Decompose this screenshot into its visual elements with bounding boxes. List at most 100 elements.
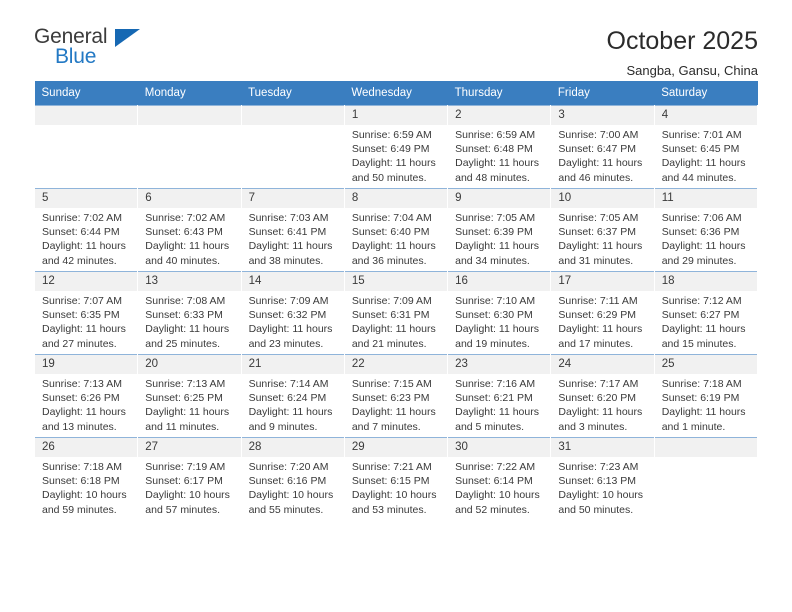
- page-title: October 2025: [606, 27, 759, 55]
- calendar-day-details: Sunrise: 7:09 AM Sunset: 6:31 PM Daylight:…: [345, 291, 447, 351]
- sunset-text: Sunset: 6:49 PM: [351, 143, 430, 156]
- calendar-day-cell[interactable]: 8 Sunrise: 7:04 AM Sunset: 6:40 PM Daylight…: [343, 188, 449, 272]
- calendar-day-details: Sunrise: 7:15 AM Sunset: 6:23 PM Daylight:…: [345, 374, 447, 434]
- calendar-day-cell[interactable]: 24 Sunrise: 7:17 AM Sunset: 6:20 PM Dayligh…: [550, 354, 655, 438]
- calendar-day-cell[interactable]: 20 Sunrise: 7:13 AM Sunset: 6:25 PM Dayligh…: [137, 354, 242, 438]
- sunset-text: Sunset: 6:29 PM: [558, 309, 637, 322]
- calendar-day-cell[interactable]: 19 Sunrise: 7:13 AM Sunset: 6:26 PM Dayligh…: [33, 354, 139, 438]
- page-subtitle: Sangba, Gansu, China: [626, 62, 758, 78]
- calendar-day-cell-inner: 9 Sunrise: 7:05 AM Sunset: 6:39 PM Daylight…: [448, 189, 551, 271]
- calendar-day-details: Sunrise: 7:17 AM Sunset: 6:20 PM Daylight:…: [551, 374, 653, 434]
- calendar-day-details: Sunrise: 7:02 AM Sunset: 6:43 PM Daylight:…: [138, 208, 240, 268]
- sunset-text: Sunset: 6:48 PM: [455, 143, 533, 156]
- sunset-text: Sunset: 6:35 PM: [42, 309, 120, 322]
- calendar-day-details: Sunrise: 7:05 AM Sunset: 6:39 PM Daylight:…: [448, 208, 550, 268]
- calendar-day-cell-empty: [653, 437, 759, 520]
- calendar-day-number: [35, 106, 138, 125]
- sunset-text: Sunset: 6:17 PM: [145, 475, 223, 488]
- calendar-day-details: Sunrise: 6:59 AM Sunset: 6:49 PM Daylight:…: [345, 125, 447, 185]
- calendar-day-cell[interactable]: 18 Sunrise: 7:12 AM Sunset: 6:27 PM Dayligh…: [653, 271, 759, 355]
- sunrise-text: Sunrise: 7:18 AM: [661, 378, 742, 390]
- calendar-day-cell-inner: 16 Sunrise: 7:10 AM Sunset: 6:30 PM Dayligh…: [448, 272, 551, 354]
- sunset-text: Sunset: 6:43 PM: [145, 226, 223, 239]
- calendar-day-cell-inner: 25 Sunrise: 7:18 AM Sunset: 6:19 PM Dayligh…: [654, 355, 757, 437]
- sunset-text: Sunset: 6:32 PM: [248, 309, 327, 322]
- sunset-text: Sunset: 6:44 PM: [42, 226, 120, 239]
- calendar-day-cell[interactable]: 9 Sunrise: 7:05 AM Sunset: 6:39 PM Daylight…: [447, 188, 552, 272]
- calendar-day-cell[interactable]: 12 Sunrise: 7:07 AM Sunset: 6:35 PM Dayligh…: [33, 271, 139, 355]
- calendar-day-details: Sunrise: 7:06 AM Sunset: 6:36 PM Daylight:…: [655, 208, 757, 268]
- calendar-day-number: 19: [35, 355, 138, 374]
- sunset-text: Sunset: 6:16 PM: [248, 475, 327, 488]
- page-header: General Blue October 2025 Sangba, Gansu,…: [34, 0, 759, 78]
- calendar-day-cell[interactable]: 3 Sunrise: 7:00 AM Sunset: 6:47 PM Daylight…: [550, 105, 655, 189]
- calendar-day-cell[interactable]: 30 Sunrise: 7:22 AM Sunset: 6:14 PM Dayligh…: [447, 437, 552, 520]
- daylight-text: Daylight: 11 hours and 36 minutes.: [351, 240, 436, 267]
- calendar-day-cell[interactable]: 10 Sunrise: 7:05 AM Sunset: 6:37 PM Dayligh…: [550, 188, 655, 272]
- calendar-day-details: Sunrise: 6:59 AM Sunset: 6:48 PM Daylight:…: [448, 125, 550, 185]
- calendar-day-cell-inner: 15 Sunrise: 7:09 AM Sunset: 6:31 PM Dayligh…: [344, 272, 448, 354]
- calendar-week-row: 1 Sunrise: 6:59 AM Sunset: 6:49 PM Daylight…: [33, 105, 759, 189]
- calendar-day-cell[interactable]: 1 Sunrise: 6:59 AM Sunset: 6:49 PM Daylight…: [343, 105, 449, 189]
- calendar-day-cell-inner: 2 Sunrise: 6:59 AM Sunset: 6:48 PM Daylight…: [448, 106, 551, 188]
- calendar-day-cell[interactable]: 26 Sunrise: 7:18 AM Sunset: 6:18 PM Dayligh…: [33, 437, 139, 520]
- calendar-day-cell[interactable]: 15 Sunrise: 7:09 AM Sunset: 6:31 PM Dayligh…: [343, 271, 449, 355]
- calendar-day-cell[interactable]: 21 Sunrise: 7:14 AM Sunset: 6:24 PM Dayligh…: [240, 354, 345, 438]
- weekday-header-saturday: Saturday: [654, 81, 758, 106]
- calendar-day-number: [241, 106, 344, 125]
- daylight-text: Daylight: 11 hours and 7 minutes.: [351, 406, 436, 433]
- sunrise-text: Sunrise: 7:22 AM: [455, 461, 536, 473]
- calendar-day-cell[interactable]: 4 Sunrise: 7:01 AM Sunset: 6:45 PM Daylight…: [653, 105, 759, 189]
- calendar-day-cell-inner: 29 Sunrise: 7:21 AM Sunset: 6:15 PM Dayligh…: [344, 438, 448, 520]
- calendar-day-number: 14: [241, 272, 344, 291]
- calendar-day-cell[interactable]: 11 Sunrise: 7:06 AM Sunset: 6:36 PM Dayligh…: [653, 188, 759, 272]
- calendar-day-number: 2: [448, 106, 551, 125]
- calendar-day-cell[interactable]: 14 Sunrise: 7:09 AM Sunset: 6:32 PM Dayligh…: [240, 271, 345, 355]
- calendar-day-number: 7: [241, 189, 344, 208]
- calendar-day-details: Sunrise: 7:20 AM Sunset: 6:16 PM Daylight:…: [242, 457, 344, 517]
- calendar-day-cell[interactable]: 17 Sunrise: 7:11 AM Sunset: 6:29 PM Dayligh…: [550, 271, 655, 355]
- calendar-day-cell[interactable]: 6 Sunrise: 7:02 AM Sunset: 6:43 PM Daylight…: [137, 188, 242, 272]
- calendar-day-details: Sunrise: 7:21 AM Sunset: 6:15 PM Daylight:…: [345, 457, 447, 517]
- calendar-day-cell-inner: 30 Sunrise: 7:22 AM Sunset: 6:14 PM Dayligh…: [448, 438, 551, 520]
- calendar-day-number: 20: [138, 355, 241, 374]
- calendar-day-cell-inner: 19 Sunrise: 7:13 AM Sunset: 6:26 PM Dayligh…: [35, 355, 138, 437]
- calendar-day-details: Sunrise: 7:14 AM Sunset: 6:24 PM Daylight:…: [242, 374, 344, 434]
- calendar-day-cell[interactable]: 22 Sunrise: 7:15 AM Sunset: 6:23 PM Dayligh…: [343, 354, 449, 438]
- calendar-day-cell[interactable]: 28 Sunrise: 7:20 AM Sunset: 6:16 PM Dayligh…: [240, 437, 345, 520]
- calendar-day-cell[interactable]: 2 Sunrise: 6:59 AM Sunset: 6:48 PM Daylight…: [447, 105, 552, 189]
- sunset-text: Sunset: 6:30 PM: [455, 309, 533, 322]
- daylight-text: Daylight: 11 hours and 13 minutes.: [42, 406, 126, 433]
- calendar-day-cell[interactable]: 7 Sunrise: 7:03 AM Sunset: 6:41 PM Daylight…: [240, 188, 345, 272]
- calendar-day-cell-inner: 18 Sunrise: 7:12 AM Sunset: 6:27 PM Dayligh…: [654, 272, 757, 354]
- daylight-text: Daylight: 11 hours and 9 minutes.: [248, 406, 333, 433]
- calendar-day-cell[interactable]: 23 Sunrise: 7:16 AM Sunset: 6:21 PM Dayligh…: [447, 354, 552, 438]
- calendar-day-cell-inner: [654, 438, 757, 520]
- daylight-text: Daylight: 11 hours and 50 minutes.: [351, 157, 436, 184]
- calendar-day-cell-inner: 13 Sunrise: 7:08 AM Sunset: 6:33 PM Dayligh…: [138, 272, 241, 354]
- weekday-header-monday: Monday: [137, 81, 242, 106]
- calendar-day-cell-inner: [35, 106, 138, 188]
- calendar-day-cell-inner: 14 Sunrise: 7:09 AM Sunset: 6:32 PM Dayligh…: [241, 272, 344, 354]
- calendar-day-cell[interactable]: 31 Sunrise: 7:23 AM Sunset: 6:13 PM Dayligh…: [550, 437, 655, 520]
- sunset-text: Sunset: 6:37 PM: [558, 226, 637, 239]
- daylight-text: Daylight: 11 hours and 19 minutes.: [455, 323, 539, 350]
- calendar-day-cell[interactable]: 27 Sunrise: 7:19 AM Sunset: 6:17 PM Dayligh…: [137, 437, 242, 520]
- calendar-day-number: 16: [448, 272, 551, 291]
- daylight-text: Daylight: 11 hours and 17 minutes.: [558, 323, 643, 350]
- calendar-day-cell[interactable]: 5 Sunrise: 7:02 AM Sunset: 6:44 PM Daylight…: [33, 188, 139, 272]
- calendar-day-number: 23: [448, 355, 551, 374]
- calendar-day-cell[interactable]: 25 Sunrise: 7:18 AM Sunset: 6:19 PM Dayligh…: [653, 354, 759, 438]
- calendar-day-cell-inner: 20 Sunrise: 7:13 AM Sunset: 6:25 PM Dayligh…: [138, 355, 241, 437]
- daylight-text: Daylight: 11 hours and 3 minutes.: [558, 406, 643, 433]
- calendar-day-details: Sunrise: 7:09 AM Sunset: 6:32 PM Daylight:…: [242, 291, 344, 351]
- weekday-header-tuesday: Tuesday: [241, 81, 345, 106]
- calendar-week-row: 19 Sunrise: 7:13 AM Sunset: 6:26 PM Dayligh…: [33, 354, 759, 438]
- calendar-day-details: Sunrise: 7:04 AM Sunset: 6:40 PM Daylight:…: [345, 208, 447, 268]
- calendar-day-details: Sunrise: 7:13 AM Sunset: 6:26 PM Daylight:…: [35, 374, 137, 434]
- calendar-day-cell[interactable]: 29 Sunrise: 7:21 AM Sunset: 6:15 PM Dayligh…: [343, 437, 449, 520]
- calendar-day-cell[interactable]: 13 Sunrise: 7:08 AM Sunset: 6:33 PM Dayligh…: [137, 271, 242, 355]
- sunset-text: Sunset: 6:47 PM: [558, 143, 637, 156]
- calendar-day-cell[interactable]: 16 Sunrise: 7:10 AM Sunset: 6:30 PM Dayligh…: [447, 271, 552, 355]
- sunrise-text: Sunrise: 7:09 AM: [351, 295, 432, 307]
